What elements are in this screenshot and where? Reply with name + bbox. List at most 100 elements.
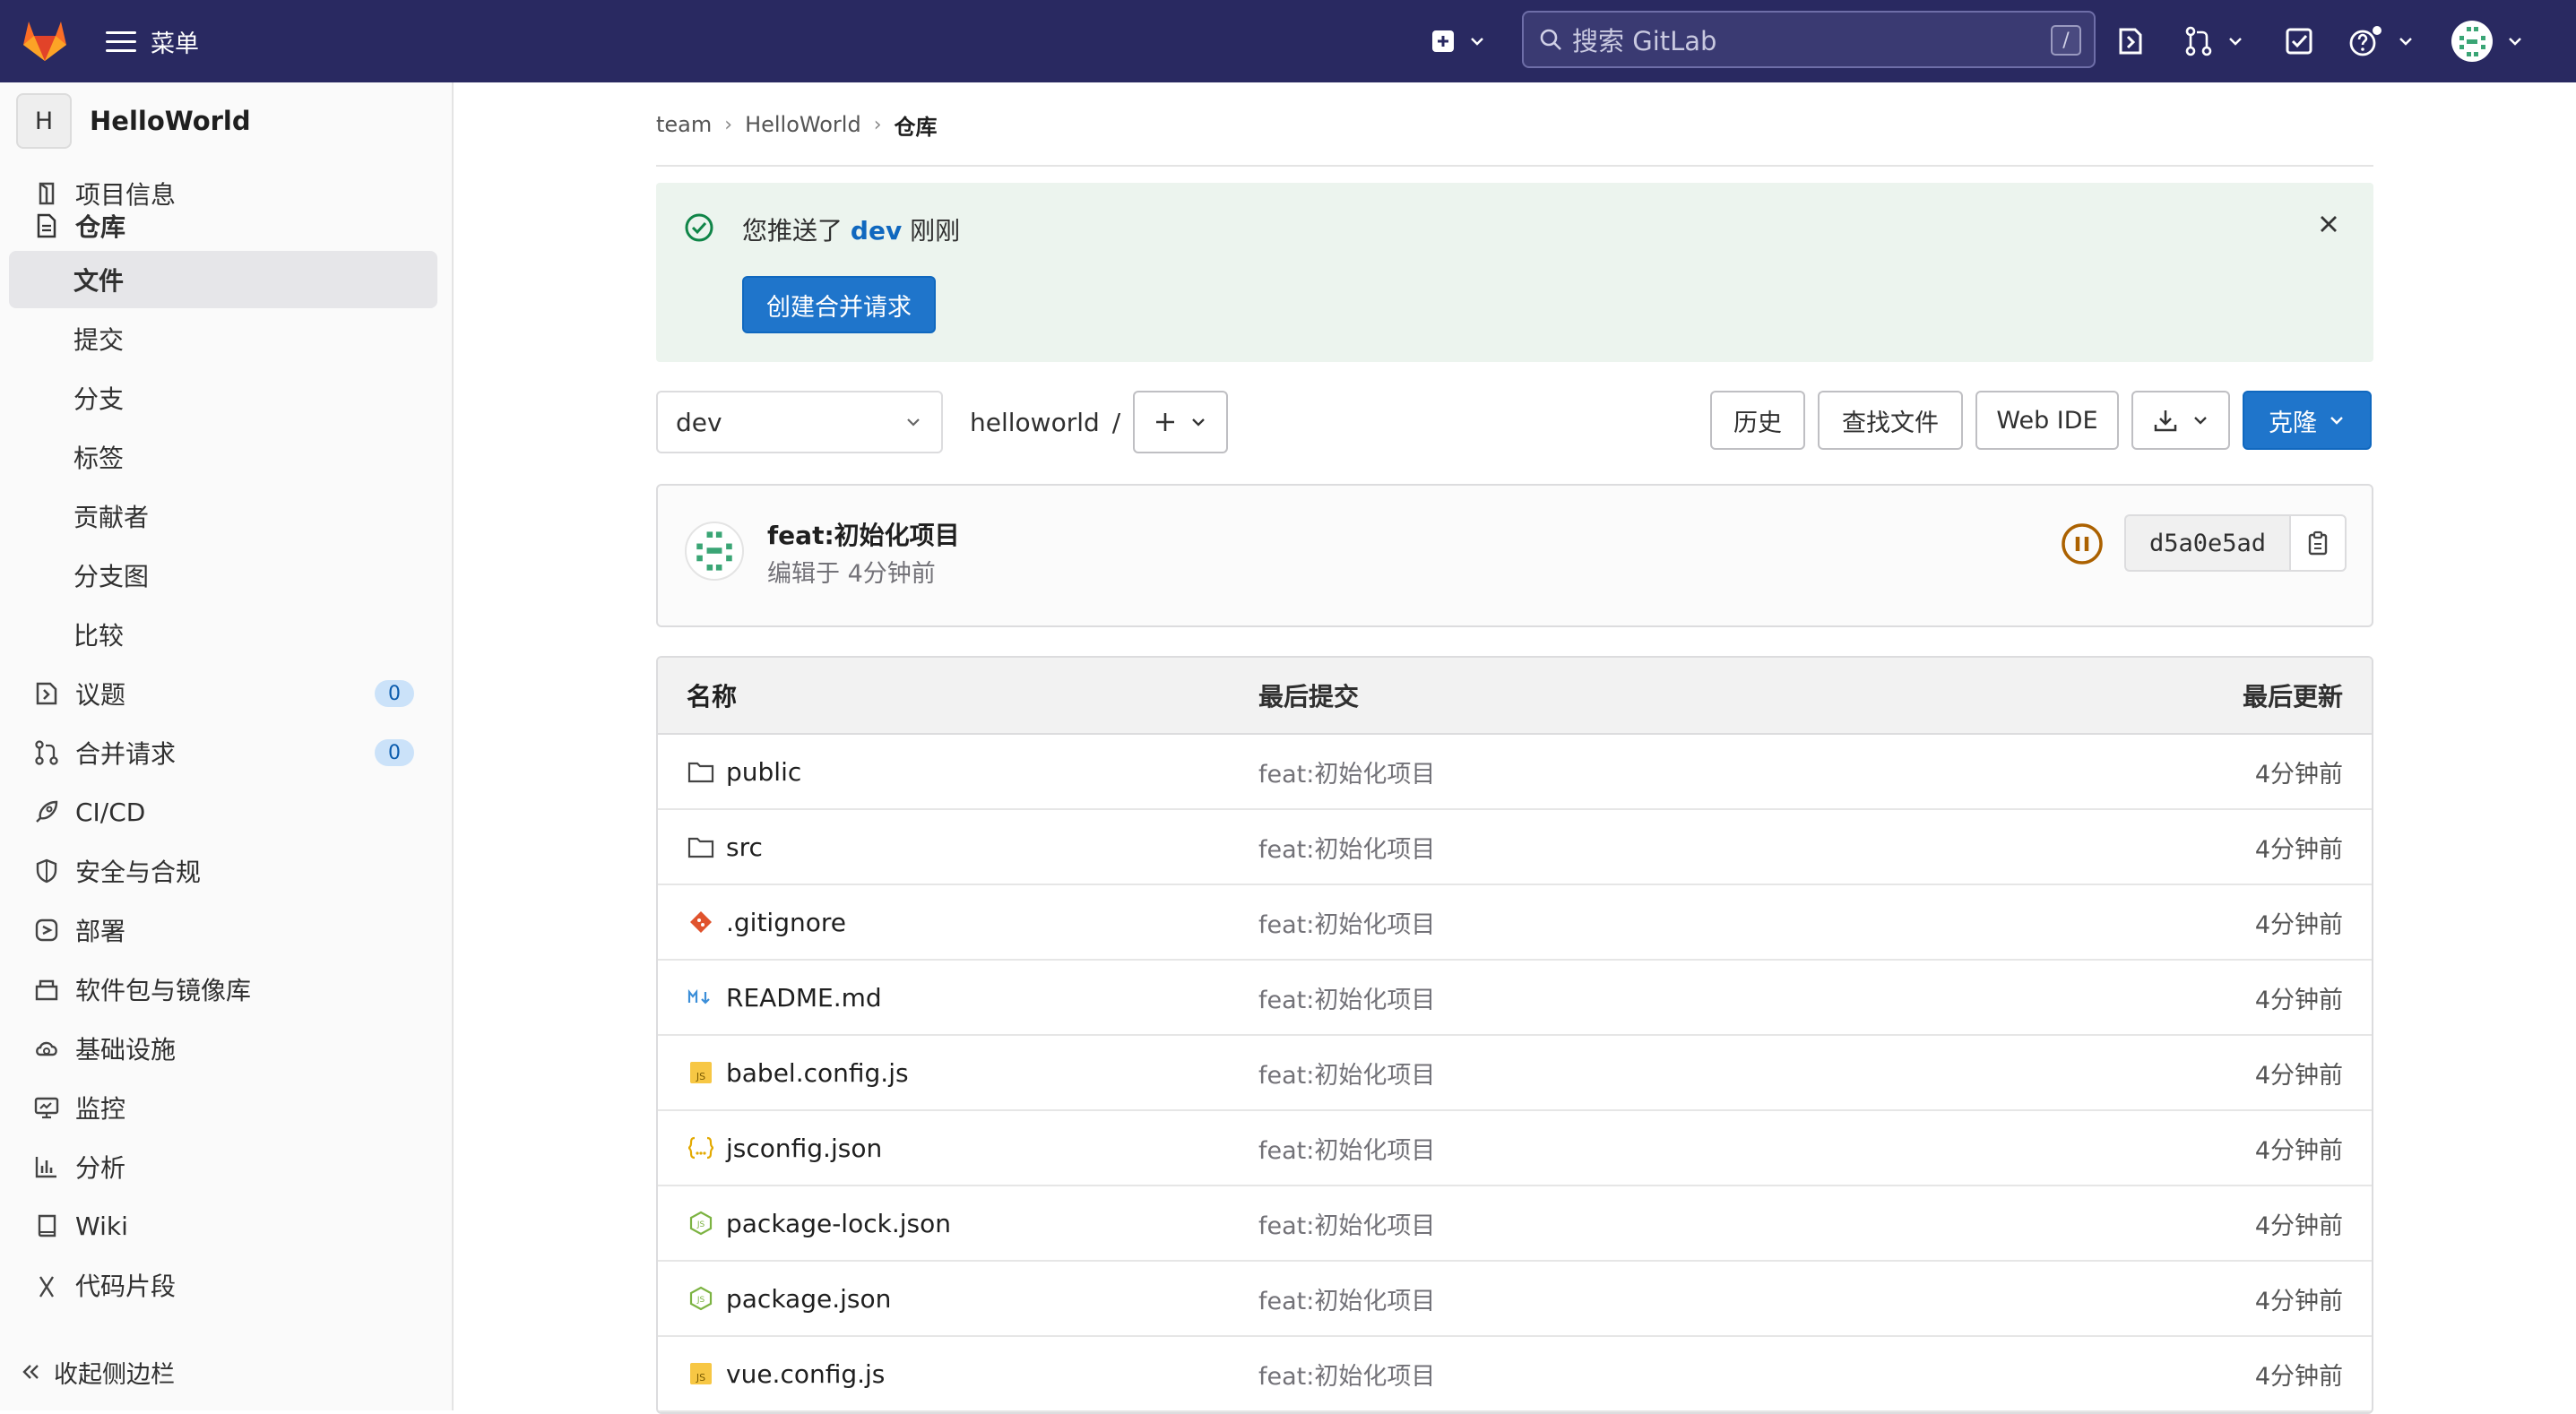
file-name-link[interactable]: .gitignore <box>726 908 846 937</box>
commit-author-avatar[interactable] <box>685 522 744 581</box>
row-commit-link[interactable]: feat:初始化项目 <box>1258 1036 1435 1109</box>
branch-selector[interactable]: dev <box>656 391 943 453</box>
search-input[interactable]: 搜索 GitLab / <box>1522 11 2096 68</box>
divider <box>656 165 2373 167</box>
row-commit-link[interactable]: feat:初始化项目 <box>1258 735 1435 808</box>
table-row[interactable]: JS package-lock.json feat:初始化项目 4分钟前 <box>658 1186 2372 1262</box>
table-row[interactable]: JS babel.config.js feat:初始化项目 4分钟前 <box>658 1036 2372 1111</box>
file-name-link[interactable]: babel.config.js <box>726 1058 909 1088</box>
alert-branch-link[interactable]: dev <box>851 216 902 246</box>
user-avatar <box>2451 21 2493 62</box>
nodejs-icon: JS <box>687 1284 715 1313</box>
sidebar-item-snippets[interactable]: 代码片段 <box>9 1256 437 1303</box>
main-menu-button[interactable]: 菜单 <box>106 20 199 63</box>
todos-nav-button[interactable] <box>2284 20 2314 63</box>
chevron-down-icon <box>2509 38 2521 46</box>
sidebar-item-label: Wiki <box>75 1211 128 1241</box>
sidebar-item-security[interactable]: 安全与合规 <box>9 842 437 900</box>
row-commit-link[interactable]: feat:初始化项目 <box>1258 1337 1435 1410</box>
table-row[interactable]: JS package.json feat:初始化项目 4分钟前 <box>658 1262 2372 1337</box>
file-name-link[interactable]: package-lock.json <box>726 1209 951 1238</box>
file-name-link[interactable]: README.md <box>726 983 882 1013</box>
table-row[interactable]: public feat:初始化项目 4分钟前 <box>658 735 2372 810</box>
sidebar-item-tags[interactable]: 标签 <box>9 428 437 486</box>
row-commit-link[interactable]: feat:初始化项目 <box>1258 885 1435 959</box>
commit-sha[interactable]: d5a0e5ad <box>2124 514 2289 572</box>
package-icon <box>30 973 63 1005</box>
sidebar-item-deployments[interactable]: 部署 <box>9 901 437 959</box>
row-commit-link[interactable]: feat:初始化项目 <box>1258 1262 1435 1335</box>
table-row[interactable]: src feat:初始化项目 4分钟前 <box>658 810 2372 885</box>
monitor-icon <box>30 1091 63 1124</box>
breadcrumb-current[interactable]: 仓库 <box>895 109 938 141</box>
repo-path: helloworld / <box>970 391 1120 453</box>
add-to-tree-button[interactable] <box>1133 391 1228 453</box>
sidebar-item-files[interactable]: 文件 <box>9 251 437 308</box>
row-commit-link[interactable]: feat:初始化项目 <box>1258 1186 1435 1260</box>
alert-prefix: 您推送了 <box>742 216 843 246</box>
history-button[interactable]: 历史 <box>1710 391 1805 450</box>
sidebar-item-label: 代码片段 <box>75 1272 177 1301</box>
chart-icon <box>30 1151 63 1183</box>
create-merge-request-button[interactable]: 创建合并请求 <box>742 276 936 333</box>
sidebar-item-label: 部署 <box>75 917 126 946</box>
breadcrumb-item[interactable]: team <box>656 112 712 137</box>
user-menu-button[interactable] <box>2451 20 2524 63</box>
sidebar-item-graph[interactable]: 分支图 <box>9 547 437 604</box>
gitlab-logo-icon[interactable] <box>20 18 70 63</box>
copy-sha-button[interactable] <box>2289 514 2347 572</box>
find-file-button[interactable]: 查找文件 <box>1818 391 1963 450</box>
table-row[interactable]: README.md feat:初始化项目 4分钟前 <box>658 961 2372 1036</box>
sidebar-item-label: 分支图 <box>73 562 150 591</box>
table-row[interactable]: .gitignore feat:初始化项目 4分钟前 <box>658 885 2372 961</box>
project-header[interactable]: H HelloWorld <box>16 93 251 149</box>
cloud-gear-icon <box>30 1032 63 1065</box>
chevron-down-icon <box>2229 38 2242 46</box>
web-ide-button[interactable]: Web IDE <box>1975 391 2119 450</box>
file-name-link[interactable]: package.json <box>726 1284 891 1314</box>
sidebar-item-branches[interactable]: 分支 <box>9 369 437 427</box>
help-nav-button[interactable] <box>2348 20 2415 63</box>
search-shortcut-badge: / <box>2051 25 2081 56</box>
sidebar-item-repository[interactable]: 仓库 <box>9 197 437 254</box>
file-name-link[interactable]: public <box>726 757 801 787</box>
new-item-dropdown[interactable] <box>1431 20 1486 63</box>
sidebar-item-contributors[interactable]: 贡献者 <box>9 487 437 545</box>
sidebar-item-issues[interactable]: 议题 0 <box>9 665 437 722</box>
breadcrumb-item[interactable]: HelloWorld <box>745 112 861 137</box>
table-row[interactable]: JS vue.config.js feat:初始化项目 4分钟前 <box>658 1337 2372 1412</box>
merge-requests-nav-button[interactable] <box>2183 20 2244 63</box>
sidebar-item-analytics[interactable]: 分析 <box>9 1138 437 1195</box>
row-commit-link[interactable]: feat:初始化项目 <box>1258 1111 1435 1185</box>
sidebar-item-label: 文件 <box>73 266 125 296</box>
sidebar-item-merge-requests[interactable]: 合并请求 0 <box>9 724 437 781</box>
file-name-link[interactable]: jsconfig.json <box>726 1134 882 1163</box>
sidebar-item-commits[interactable]: 提交 <box>9 310 437 367</box>
pipeline-paused-icon[interactable] <box>2060 522 2105 566</box>
sidebar-item-monitor[interactable]: 监控 <box>9 1079 437 1136</box>
sidebar-item-packages[interactable]: 软件包与镜像库 <box>9 961 437 1018</box>
row-commit-link[interactable]: feat:初始化项目 <box>1258 961 1435 1034</box>
close-icon[interactable] <box>2314 210 2343 238</box>
collapse-sidebar-button[interactable]: 收起侧边栏 <box>20 1349 175 1394</box>
file-name-link[interactable]: vue.config.js <box>726 1359 885 1389</box>
repo-path-root[interactable]: helloworld <box>970 408 1100 437</box>
sidebar-item-compare[interactable]: 比较 <box>9 606 437 663</box>
row-updated: 4分钟前 <box>2254 1211 2343 1240</box>
sidebar-item-label: 分析 <box>75 1153 126 1183</box>
merge-requests-count-badge: 0 <box>375 739 414 766</box>
download-button[interactable] <box>2131 391 2230 450</box>
issues-nav-button[interactable] <box>2115 20 2146 63</box>
sidebar-item-wiki[interactable]: Wiki <box>9 1197 437 1254</box>
chevron-down-icon <box>2330 417 2343 425</box>
table-row[interactable]: jsconfig.json feat:初始化项目 4分钟前 <box>658 1111 2372 1186</box>
commit-title-link[interactable]: feat:初始化项目 <box>767 516 960 552</box>
sidebar-item-label: 提交 <box>73 325 125 355</box>
git-file-icon <box>687 908 715 936</box>
sidebar-item-infrastructure[interactable]: 基础设施 <box>9 1020 437 1077</box>
file-name-link[interactable]: src <box>726 832 763 862</box>
clone-button[interactable]: 克隆 <box>2243 391 2372 450</box>
sidebar-item-label: 议题 <box>75 680 126 710</box>
sidebar-item-cicd[interactable]: CI/CD <box>9 783 437 841</box>
row-commit-link[interactable]: feat:初始化项目 <box>1258 810 1435 884</box>
